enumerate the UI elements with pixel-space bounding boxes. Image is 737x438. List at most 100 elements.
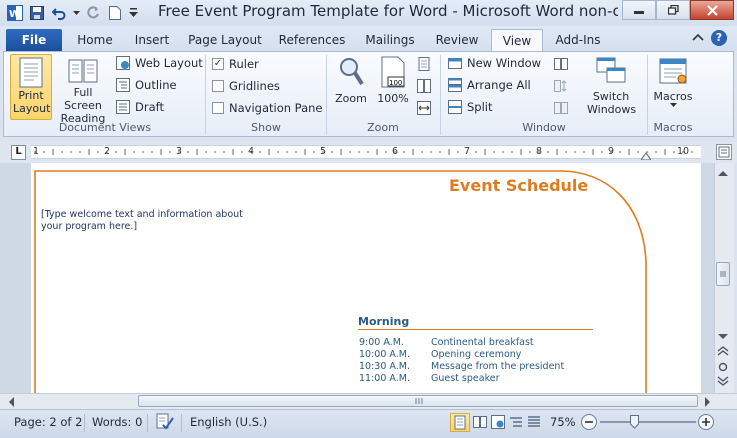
status-full-screen-reading-icon[interactable] — [473, 415, 487, 432]
document-views-group-label: Document Views — [58, 121, 152, 134]
welcome-placeholder-line: your program here.] — [41, 221, 138, 232]
schedule-time: 10:00 A.M. — [359, 349, 410, 360]
schedule-event: Continental breakfast — [431, 337, 534, 348]
schedule-time: 9:00 A.M. — [359, 337, 404, 348]
ribbon-separator — [326, 55, 327, 135]
split-button[interactable]: Split — [448, 100, 493, 114]
tab-insert[interactable]: Insert — [126, 29, 178, 51]
help-icon[interactable]: ? — [711, 30, 727, 46]
tab-view[interactable]: View — [491, 29, 543, 51]
ruler-checkbox[interactable]: ✓ Ruler — [212, 57, 259, 71]
reset-window-position-icon[interactable] — [554, 101, 568, 118]
print-layout-icon — [19, 57, 43, 88]
minimize-icon — [634, 11, 644, 14]
new-document-icon[interactable] — [106, 4, 124, 22]
tab-selector-button[interactable]: L — [11, 145, 26, 160]
document-page[interactable]: Event Schedule [Type welcome text and in… — [31, 163, 701, 393]
web-layout-button[interactable]: Web Layout — [116, 56, 203, 70]
full-screen-reading-label: Full Screen Reading — [60, 86, 106, 125]
navigation-pane-checkbox[interactable]: Navigation Pane — [212, 101, 323, 115]
close-icon — [706, 4, 718, 16]
minimize-button[interactable] — [622, 0, 656, 20]
switch-windows-button[interactable]: Switch Windows — [580, 56, 642, 116]
split-icon — [448, 100, 462, 114]
language-indicator[interactable]: English (U.S.) — [190, 415, 267, 429]
welcome-placeholder[interactable]: [Type welcome text and information about… — [41, 209, 243, 233]
zoom-out-icon[interactable] — [581, 414, 597, 430]
undo-icon[interactable] — [50, 4, 68, 22]
tab-review[interactable]: Review — [428, 29, 486, 51]
schedule-time: 10:30 A.M. — [359, 361, 410, 372]
status-draft-icon[interactable] — [527, 415, 541, 432]
print-layout-button[interactable]: Print Layout — [10, 54, 52, 120]
proofing-icon[interactable] — [155, 413, 175, 434]
status-separator — [181, 414, 182, 432]
schedule-row: 10:30 A.M. Message from the president — [359, 361, 564, 373]
window-group-label: Window — [522, 121, 566, 134]
macros-label: Macros — [653, 90, 693, 103]
right-indent-marker-icon[interactable] — [640, 150, 652, 163]
tab-add-ins[interactable]: Add-Ins — [549, 29, 607, 51]
two-pages-icon[interactable] — [417, 79, 431, 96]
schedule-row: 11:00 A.M. Guest speaker — [359, 373, 564, 385]
ribbon-separator — [647, 55, 648, 135]
macros-button[interactable]: Macros — [652, 56, 694, 108]
minimize-ribbon-icon[interactable] — [692, 32, 704, 45]
tab-page-layout[interactable]: Page Layout — [184, 29, 266, 51]
redo-icon[interactable] — [84, 4, 102, 22]
ruler-mark: 4 — [248, 146, 255, 157]
gridlines-checkbox[interactable]: Gridlines — [212, 79, 280, 93]
draft-label: Draft — [135, 100, 164, 114]
close-button[interactable] — [690, 0, 734, 20]
status-print-layout-icon[interactable] — [450, 413, 470, 432]
vertical-scroll-thumb[interactable] — [716, 262, 730, 286]
tab-references[interactable]: References — [272, 29, 352, 51]
arrange-all-button[interactable]: Arrange All — [448, 78, 531, 92]
ruler-mark: 3 — [176, 146, 183, 157]
synchronous-scrolling-icon[interactable] — [554, 79, 568, 96]
macros-group-label: Macros — [653, 121, 693, 134]
tab-mailings[interactable]: Mailings — [358, 29, 422, 51]
status-outline-icon[interactable] — [509, 415, 523, 432]
zoom-slider-thumb[interactable] — [630, 415, 639, 432]
word-app-icon[interactable]: W — [6, 4, 24, 22]
gridlines-label: Gridlines — [229, 79, 280, 93]
magnifier-icon — [340, 58, 364, 86]
tab-file[interactable]: File — [6, 29, 62, 51]
ruler-mark: 9 — [608, 146, 615, 157]
one-page-icon[interactable] — [417, 57, 431, 74]
outline-button[interactable]: Outline — [116, 78, 177, 92]
schedule-row: 10:00 A.M. Opening ceremony — [359, 349, 564, 361]
zoom-level[interactable]: 75% — [550, 415, 576, 429]
save-icon[interactable] — [28, 4, 46, 22]
customize-toolbar-icon[interactable] — [128, 4, 138, 22]
full-screen-reading-button[interactable]: Full Screen Reading — [55, 56, 111, 125]
ruler-mark: 2 — [104, 146, 111, 157]
ruler-mark: 8 — [536, 146, 543, 157]
page-width-icon[interactable] — [417, 101, 431, 118]
zoom-100-button[interactable]: 100 100% — [376, 56, 410, 105]
word-count[interactable]: Words: 0 — [92, 415, 142, 429]
view-ruler-icon[interactable] — [716, 144, 732, 160]
zoom-button[interactable]: Zoom — [332, 56, 370, 105]
scroll-down-icon[interactable] — [718, 330, 728, 343]
zoom-slider-track[interactable] — [600, 421, 696, 423]
previous-page-icon[interactable] — [717, 346, 729, 359]
undo-dropdown-icon[interactable] — [72, 4, 80, 22]
zoom-in-icon[interactable] — [698, 414, 714, 430]
restore-button[interactable] — [656, 0, 690, 20]
status-web-layout-icon[interactable] — [491, 415, 505, 432]
page-count[interactable]: Page: 2 of 2 — [14, 415, 82, 429]
new-window-button[interactable]: New Window — [448, 56, 541, 70]
view-side-by-side-icon[interactable] — [554, 57, 568, 74]
scroll-up-icon[interactable] — [718, 167, 728, 180]
quick-access-toolbar: W — [6, 4, 138, 22]
horizontal-scroll-thumb[interactable] — [138, 395, 698, 407]
navigation-pane-label: Navigation Pane — [229, 101, 323, 115]
select-browse-object-icon[interactable] — [718, 362, 728, 375]
next-page-icon[interactable] — [717, 376, 729, 389]
schedule-event: Message from the president — [431, 361, 565, 372]
draft-button[interactable]: Draft — [116, 100, 164, 114]
tab-home[interactable]: Home — [68, 29, 122, 51]
schedule-list: 9:00 A.M. Continental breakfast 10:00 A.… — [359, 337, 564, 385]
